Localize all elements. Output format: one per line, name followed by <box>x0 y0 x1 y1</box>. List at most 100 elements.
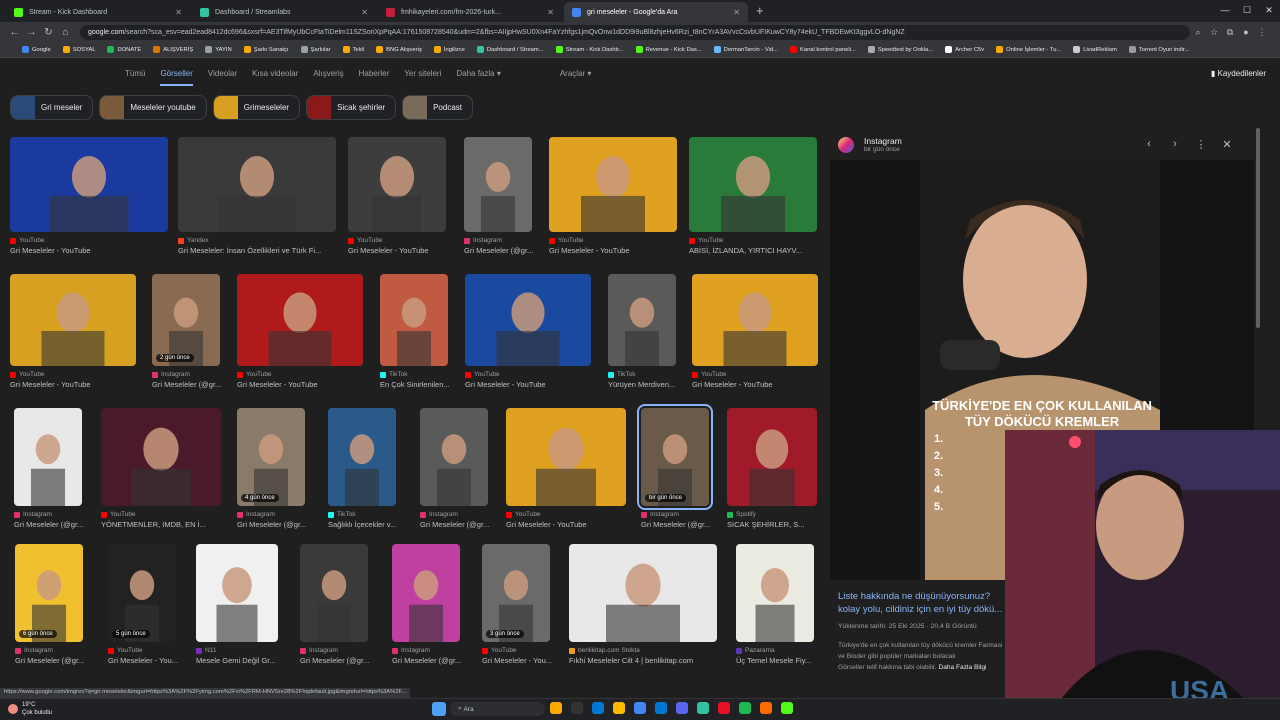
zoom-icon[interactable]: ⌕ <box>1190 27 1206 38</box>
bookmark-item[interactable]: Şarkı Sanatçı <box>243 46 289 53</box>
search-tab[interactable]: Yer siteleri <box>404 69 441 78</box>
result-thumbnail[interactable]: 6 gün önce <box>15 544 83 642</box>
result-thumbnail[interactable] <box>101 408 221 506</box>
search-tab[interactable]: Kısa videolar <box>252 69 298 78</box>
start-icon[interactable] <box>432 702 446 716</box>
result-title[interactable]: Yürüyen Merdiven... <box>608 380 696 389</box>
image-result[interactable]: YouTube Gri Meseleler - YouTube <box>348 137 446 260</box>
result-title[interactable]: YÖNETMENLER, IMDB, EN İ... <box>101 520 241 529</box>
bookmark-item[interactable]: BNG Alışveriş <box>376 46 422 53</box>
bookmark-item[interactable]: Speedtest by Ookla... <box>867 46 933 53</box>
result-thumbnail[interactable] <box>348 137 446 232</box>
panel-scrollbar[interactable] <box>1256 128 1260 328</box>
result-title[interactable]: Mesele Gemi Değil Gr... <box>196 656 298 665</box>
result-title[interactable]: Gri Meseleler - YouTube <box>10 380 156 389</box>
image-result[interactable]: bir gün önce Instagram Gri Meseleler (@gr.… <box>637 404 713 534</box>
result-thumbnail[interactable] <box>692 274 818 366</box>
extensions-icon[interactable]: ⧉ <box>1222 27 1238 38</box>
result-thumbnail[interactable] <box>727 408 817 506</box>
image-result[interactable]: YouTube Gri Meseleler - YouTube <box>237 274 363 394</box>
search-tab[interactable]: Videolar <box>208 69 237 78</box>
search-tab[interactable]: Daha fazla ▾ <box>456 69 500 78</box>
bookmark-item[interactable]: Revenue - Kick Das... <box>635 46 702 53</box>
image-result[interactable]: YouTube Gri Meseleler - YouTube <box>10 274 136 394</box>
preview-source-header[interactable]: Instagram bir gün önce <box>838 136 902 153</box>
chevron-left-icon[interactable]: ‹ <box>1136 138 1162 151</box>
image-result[interactable]: 2 gün önce Instagram Gri Meseleler (@gr... <box>152 274 221 394</box>
bookmark-item[interactable]: ALIŞVERİŞ <box>153 46 193 53</box>
image-result[interactable]: 5 gün önce YouTube Gri Meseleler - You... <box>108 544 178 670</box>
related-search-chip[interactable]: Podcast <box>402 95 473 120</box>
menu-icon[interactable]: ⋮ <box>1254 27 1270 38</box>
tab-close-icon[interactable]: ✕ <box>361 8 368 17</box>
image-result[interactable]: YouTube Gri Meseleler - YouTube <box>692 274 818 394</box>
image-result[interactable]: YouTube Gri Meseleler - YouTube <box>506 408 626 534</box>
back-icon[interactable]: ← <box>6 27 23 38</box>
result-thumbnail[interactable] <box>392 544 460 642</box>
result-title[interactable]: Gri Meseleler - YouTube <box>10 246 188 255</box>
browser-tab[interactable]: gri meseleler - Google'da Ara ✕ <box>564 2 748 22</box>
result-title[interactable]: Fıkhi Meseleler Cilt 4 | benlikitap.com <box>569 656 737 665</box>
result-title[interactable]: Üç Temel Mesele Fiy... <box>736 656 834 665</box>
image-result[interactable]: TikTok En Çok Sinirlenilen... <box>380 274 450 394</box>
result-title[interactable]: En Çok Sinirlenilen... <box>380 380 468 389</box>
image-result[interactable]: TikTok Yürüyen Merdiven... <box>608 274 676 394</box>
reload-icon[interactable]: ↻ <box>40 27 57 38</box>
result-thumbnail[interactable] <box>178 137 336 232</box>
bookmark-item[interactable]: DONATE <box>107 46 141 53</box>
forward-icon[interactable]: → <box>23 27 40 38</box>
related-search-chip[interactable]: Meseleler youtube <box>99 95 207 120</box>
saved-button[interactable]: ▮ Kaydedilenler <box>1211 69 1266 78</box>
result-thumbnail[interactable] <box>14 408 82 506</box>
result-thumbnail[interactable] <box>465 274 591 366</box>
image-result[interactable]: Instagram Gri Meseleler (@gr... <box>300 544 369 670</box>
image-result[interactable]: N11 Mesele Gemi Değil Gr... <box>196 544 278 670</box>
image-result[interactable]: Instagram Gri Meseleler (@gr... <box>392 544 461 670</box>
taskbar-search[interactable]: ⌕ Ara <box>450 702 545 716</box>
weather-widget[interactable]: 19°C Çok bulutlu <box>8 701 52 717</box>
image-result[interactable]: benlikitap.com Stokta Fıkhi Meseleler Cil… <box>569 544 717 670</box>
bookmark-item[interactable]: Tekil <box>342 46 364 53</box>
result-title[interactable]: Sağlıklı İçecekler v... <box>328 520 416 529</box>
result-title[interactable]: Gri Meseleler - You... <box>108 656 196 665</box>
bookmark-item[interactable]: Archer C5v <box>945 46 984 53</box>
taskbar-app-icon[interactable] <box>697 702 709 714</box>
close-icon[interactable]: ✕ <box>1258 0 1280 20</box>
result-title[interactable]: Gri Meseleler - YouTube <box>348 246 466 255</box>
taskbar-app-icon[interactable] <box>760 702 772 714</box>
bookmark-item[interactable]: Stream - Kick Dashb... <box>555 46 624 53</box>
bookmark-star-icon[interactable]: ☆ <box>1206 27 1222 38</box>
taskbar-app-icon[interactable] <box>592 702 604 714</box>
taskbar-app-icon[interactable] <box>676 702 688 714</box>
tab-close-icon[interactable]: ✕ <box>175 8 182 17</box>
browser-tab[interactable]: Stream - Kick Dashboard ✕ <box>6 2 190 22</box>
image-result[interactable]: Pazarama Üç Temel Mesele Fiy... <box>736 544 814 670</box>
taskbar-app-icon[interactable] <box>739 702 751 714</box>
result-thumbnail[interactable] <box>328 408 396 506</box>
result-title[interactable]: Gri Meseleler (@gr... <box>300 656 388 665</box>
taskbar-app-icon[interactable] <box>718 702 730 714</box>
result-title[interactable]: Gri Meseleler - YouTube <box>549 246 697 255</box>
result-title[interactable]: Gri Meseleler (@gr... <box>14 520 102 529</box>
related-search-chip[interactable]: Gri meseler <box>10 95 94 120</box>
bookmark-item[interactable]: Online İşlemler - Tu... <box>996 46 1061 53</box>
bookmark-item[interactable]: SOSYAL <box>62 46 95 53</box>
more-info-link[interactable]: Daha Fazla Bilgi <box>938 664 986 671</box>
image-result[interactable]: Yandex Gri Meseleler: İnsan Özellikleri v… <box>178 137 336 260</box>
minimize-icon[interactable]: — <box>1214 0 1236 20</box>
search-tab[interactable]: Tümü <box>125 69 145 78</box>
search-tab[interactable]: Haberler <box>359 69 390 78</box>
result-title[interactable]: Gri Meseleler (@gr... <box>464 246 552 255</box>
bookmark-item[interactable]: Google <box>22 46 51 53</box>
profile-avatar[interactable]: ● <box>1238 27 1254 37</box>
browser-tab[interactable]: Dashboard / Streamlabs ✕ <box>192 2 376 22</box>
tab-close-icon[interactable]: ✕ <box>547 8 554 17</box>
close-panel-icon[interactable]: ✕ <box>1214 138 1240 151</box>
taskbar-app-icon[interactable] <box>634 702 646 714</box>
search-tab[interactable]: Görseller <box>160 69 193 86</box>
taskbar-app-icon[interactable] <box>613 702 625 714</box>
result-title[interactable]: SICAK ŞEHİRLER, S... <box>727 520 837 529</box>
maximize-icon[interactable]: ☐ <box>1236 0 1258 20</box>
result-title[interactable]: Gri Meseleler (@gr... <box>392 656 480 665</box>
preview-title-link[interactable]: Liste hakkında ne düşünüyorsunuz? kolay … <box>838 590 1008 616</box>
